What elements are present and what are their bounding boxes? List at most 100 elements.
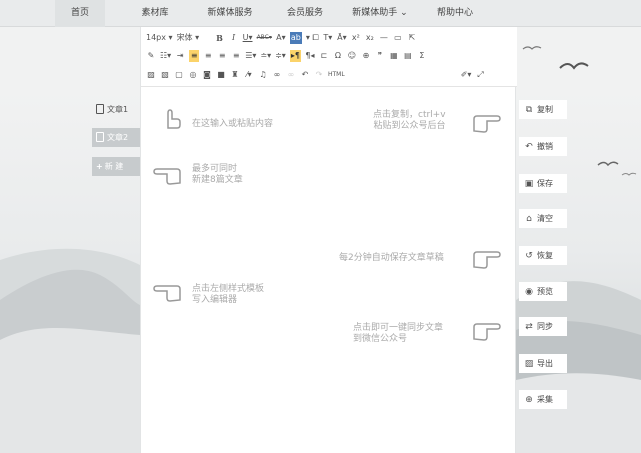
font-family-select[interactable]: 宋体 ▾ [177,32,211,44]
sync-label: 同步 [537,322,553,331]
pointing-hand-icon [473,251,501,269]
image-table-icon[interactable]: ▤ [403,50,413,62]
save-label: 保存 [537,179,553,188]
collect-button[interactable]: ⊕ 采集 [519,390,567,409]
toolbar-row-1: 14px ▾ 宋体 ▾ B I U▾ ABC▾ A▾ ab ▾ ⧠ T▾ Ā▾ … [146,30,417,46]
align-justify-icon[interactable]: ≡ [231,50,241,62]
multi-image-icon[interactable]: ▧ [160,69,170,81]
chain-link-icon[interactable]: ∞ [272,69,282,81]
hint-template: 点击左侧样式模板 写入编辑器 [192,284,264,306]
expand-icon[interactable]: ⤢ [475,69,485,81]
background-color-icon[interactable]: ab [289,32,302,44]
attachment-icon[interactable]: ♜ [230,69,240,81]
sync-button[interactable]: ⇄ 同步 [519,317,567,336]
redo-icon[interactable]: ↷ [314,69,324,81]
paragraph-spacing-icon[interactable]: ≐▾ [260,50,271,62]
doc-item-label: 文章1 [107,105,129,114]
align-right-icon[interactable]: ≡ [217,50,227,62]
line-height-icon[interactable]: ☰▾ [245,50,256,62]
restore-label: 恢复 [537,251,553,260]
preview-button[interactable]: ◉ 预览 [519,282,567,301]
underline-icon[interactable]: U▾ [243,32,253,44]
history-icon: ↺ [525,251,533,261]
html-source-button[interactable]: HTML [328,69,345,81]
indent-icon[interactable]: ⇥ [175,50,185,62]
format-painter-icon[interactable]: ✎ [146,50,156,62]
music-icon[interactable]: ◎ [188,69,198,81]
clear-button[interactable]: ⌂ 清空 [519,209,567,228]
restore-button[interactable]: ↺ 恢复 [519,246,567,265]
preview-label: 预览 [537,287,553,296]
copy-button[interactable]: ⧉ 复制 [519,100,567,119]
clear-format-icon[interactable]: ▾ ⧠ [306,32,319,44]
fullscreen-icon[interactable]: ⇱ [407,32,417,44]
export-button[interactable]: ▨ 导出 [519,354,567,373]
nav-new-media-service[interactable]: 新媒体服务 [200,0,260,27]
screenshot-icon[interactable]: ◙ [202,69,212,81]
horizontal-rule-icon[interactable]: — [379,32,389,44]
bold-icon[interactable]: B [215,32,225,44]
video-icon[interactable]: ■ [216,69,226,81]
special-char-icon[interactable]: Ω [333,50,343,62]
subscript-icon[interactable]: x₂ [365,32,375,44]
table-icon[interactable]: ▦ [389,50,399,62]
save-icon: ▣ [524,179,534,189]
hint-max-line-1: 最多可同时 [192,164,238,174]
hint-template-line-1: 点击左侧样式模板 [192,284,265,294]
clear-label: 清空 [537,214,553,223]
new-doc-icon[interactable]: ▭ [393,32,403,44]
emoji-icon[interactable]: ☺ [347,50,357,62]
font-color-icon[interactable]: A▾ [276,32,286,44]
editor-toolbar: 14px ▾ 宋体 ▾ B I U▾ ABC▾ A▾ ab ▾ ⧠ T▾ Ā▾ … [141,27,517,87]
save-button[interactable]: ▣ 保存 [519,174,567,193]
nav-help-center[interactable]: 帮助中心 [430,0,480,27]
trash-icon: ⌂ [526,214,532,224]
image-icon: ▨ [524,359,534,369]
new-article-label: 新 建 [104,162,124,171]
search-icon[interactable]: ⊕ [361,50,371,62]
font-family-value: 宋体 [176,33,193,42]
hint-template-line-2: 写入编辑器 [192,295,238,305]
magic-wand-icon[interactable]: ⁄▾ [244,69,254,81]
nav-home[interactable]: 首页 [55,0,105,27]
font-size-select[interactable]: 14px ▾ [146,32,173,44]
rtl-icon[interactable]: ¶◂ [305,50,315,62]
edit-source-icon[interactable]: ✐▾ [461,69,472,81]
doc-item-1[interactable]: 文章1 [92,100,140,119]
strikethrough-icon[interactable]: ABC▾ [257,32,272,44]
sum-icon[interactable]: Σ [417,50,427,62]
quote-icon[interactable]: ❞ [375,50,385,62]
eye-icon: ◉ [525,287,533,297]
undo-button[interactable]: ↶ 撤销 [519,137,567,156]
undo-icon[interactable]: ↶ [300,69,310,81]
nav-material-library[interactable]: 素材库 [130,0,180,27]
nav-new-media-assistant[interactable]: 新媒体助手 ⌄ [345,0,415,27]
hint-sync-line-2: 到微信公众号 [353,334,408,344]
list-icon[interactable]: ☷▾ [160,50,171,62]
hint-autosave: 每2分钟自动保存文章草稿 [339,253,444,263]
text-direction-icon[interactable]: ▸¶ [289,50,301,62]
align-left-icon[interactable]: ≡ [189,50,200,62]
frame-icon[interactable]: ▢ [174,69,184,81]
unlink-icon[interactable]: ∞ [286,69,296,81]
pointing-hand-icon [153,285,181,302]
audio-icon[interactable]: ♫ [258,69,268,81]
superscript-icon[interactable]: x² [351,32,361,44]
hint-copy-line-2: 粘贴到公众号后台 [373,121,446,131]
editor-panel: 14px ▾ 宋体 ▾ B I U▾ ABC▾ A▾ ab ▾ ⧠ T▾ Ā▾ … [140,27,517,453]
align-center-icon[interactable]: ≡ [203,50,213,62]
image-icon[interactable]: ▨ [146,69,156,81]
letter-spacing-icon[interactable]: Ā▾ [337,32,347,44]
hint-copy: 点击复制，ctrl+v 粘贴到公众号后台 [373,110,446,132]
spacing-after-icon[interactable]: ≑▾ [275,50,286,62]
hint-max-articles: 最多可同时 新建8篇文章 [192,164,243,186]
italic-icon[interactable]: I [229,32,239,44]
nav-member-service[interactable]: 会员服务 [280,0,330,27]
new-article-button[interactable]: + 新 建 [92,157,140,176]
hint-max-line-2: 新建8篇文章 [192,175,243,185]
doc-item-2[interactable]: 文章2 [92,128,140,147]
font-size-value: 14px [146,33,166,42]
link-icon[interactable]: ⊏ [319,50,329,62]
text-style-icon[interactable]: T▾ [323,32,333,44]
pointing-hand-icon [473,115,501,133]
